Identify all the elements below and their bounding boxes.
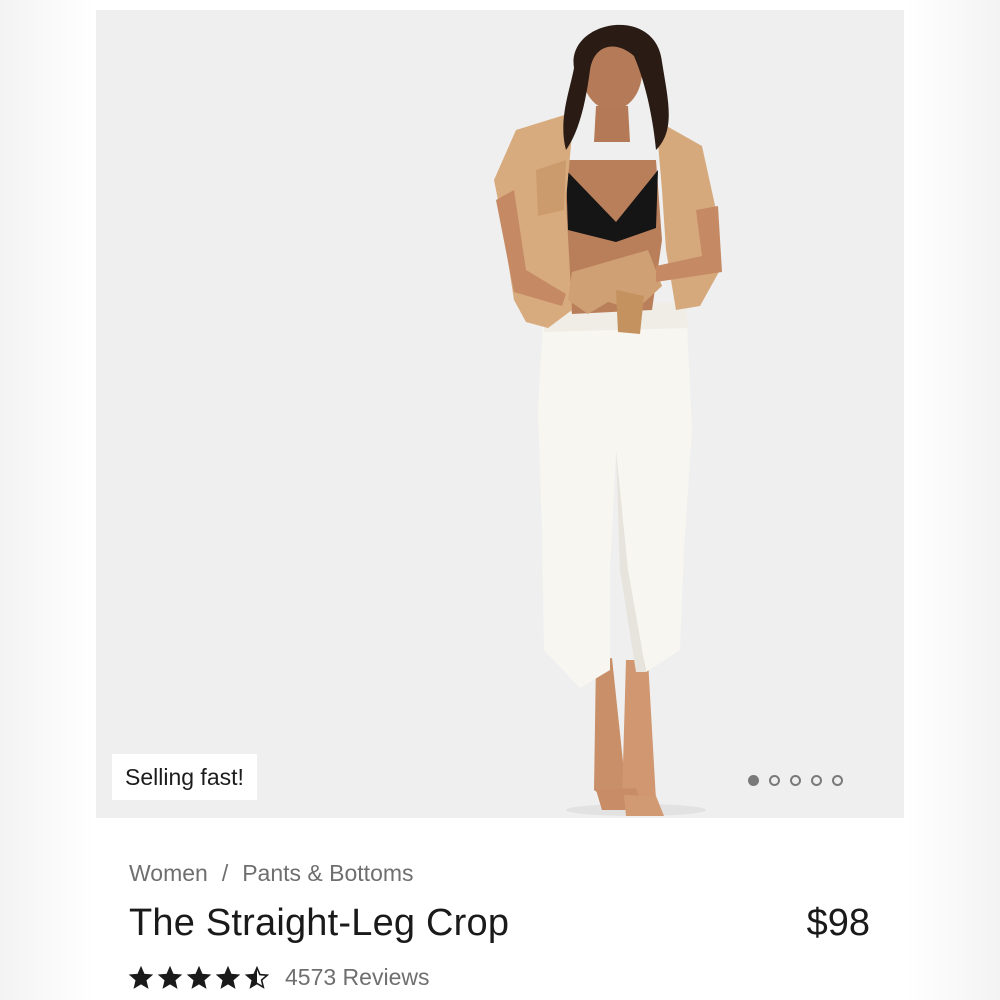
product-info: Women / Pants & Bottoms The Straight-Leg C… bbox=[96, 818, 904, 1000]
rating-row: 4573 Reviews bbox=[129, 964, 429, 991]
carousel-pagination bbox=[748, 772, 843, 788]
selling-fast-badge: Selling fast! bbox=[112, 754, 257, 800]
carousel-dot-icon[interactable] bbox=[748, 774, 759, 786]
star-rating[interactable] bbox=[129, 965, 269, 990]
breadcrumb-pants-bottoms-link[interactable]: Pants & Bottoms bbox=[242, 860, 413, 886]
breadcrumb-separator: / bbox=[221, 860, 229, 886]
carousel-dot-icon[interactable] bbox=[790, 774, 801, 786]
star-icon bbox=[158, 965, 182, 989]
reviews-link[interactable]: 4573 Reviews bbox=[285, 964, 429, 991]
star-icon bbox=[187, 965, 211, 989]
breadcrumb: Women / Pants & Bottoms bbox=[129, 860, 414, 887]
product-price: $98 bbox=[806, 902, 870, 944]
model-illustration bbox=[96, 10, 904, 818]
product-title: The Straight-Leg Crop bbox=[129, 902, 510, 944]
product-card: Selling fast! Women / Pants & Bottoms The … bbox=[96, 10, 904, 1000]
breadcrumb-women-link[interactable]: Women bbox=[129, 860, 208, 886]
carousel-dot-icon[interactable] bbox=[832, 774, 843, 786]
carousel-dot-icon[interactable] bbox=[769, 774, 780, 786]
carousel-dot-icon[interactable] bbox=[811, 774, 822, 786]
half-star-icon bbox=[245, 965, 269, 989]
page: Selling fast! Women / Pants & Bottoms The … bbox=[0, 0, 1000, 1000]
product-image[interactable]: Selling fast! bbox=[96, 10, 904, 818]
star-icon bbox=[129, 965, 153, 989]
star-icon bbox=[216, 965, 240, 989]
